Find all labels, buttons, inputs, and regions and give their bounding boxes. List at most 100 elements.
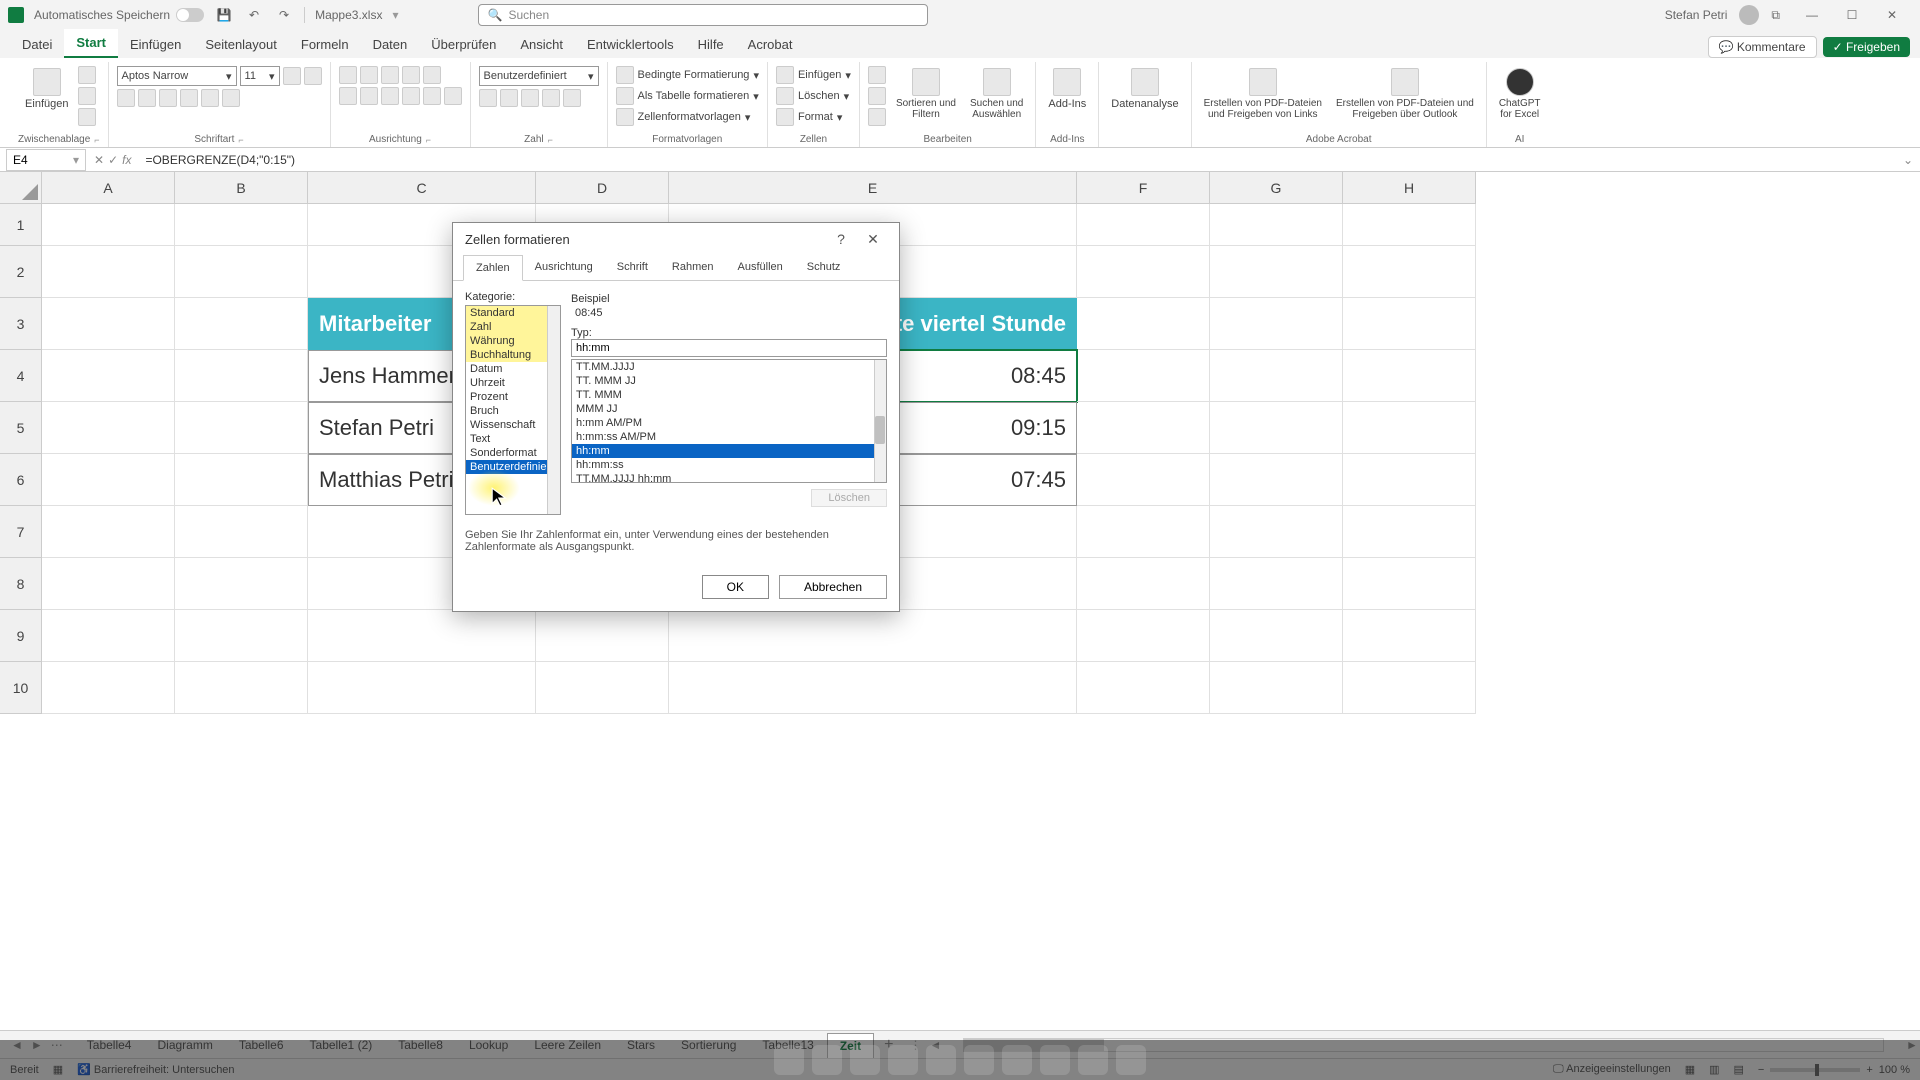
type-item[interactable]: h:mm:ss AM/PM [572,430,886,444]
taskbar-icon[interactable] [1002,1045,1032,1075]
currency-icon[interactable] [479,89,497,107]
comments-button[interactable]: 💬 Kommentare [1708,36,1817,58]
taskbar-icon[interactable] [1116,1045,1146,1075]
cut-icon[interactable] [78,66,96,84]
indent-dec-icon[interactable] [402,87,420,105]
toggle-switch[interactable] [176,8,204,22]
type-input[interactable] [571,339,887,357]
dec-decimal-icon[interactable] [563,89,581,107]
dialog-tab-border[interactable]: Rahmen [660,255,726,280]
align-bottom-icon[interactable] [381,66,399,84]
dialog-tab-numbers[interactable]: Zahlen [463,255,523,281]
clear-icon[interactable] [868,108,886,126]
taskbar-icon[interactable] [812,1045,842,1075]
taskbar-icon[interactable] [964,1045,994,1075]
indent-inc-icon[interactable] [423,87,441,105]
align-middle-icon[interactable] [360,66,378,84]
find-select-button[interactable]: Suchen und Auswählen [966,66,1027,122]
taskbar[interactable] [0,1040,1920,1080]
category-item[interactable]: Wissenschaft [466,418,560,432]
dialog-launcher-icon[interactable]: ⌐ [238,135,243,145]
type-item-selected[interactable]: hh:mm [572,444,886,458]
fill-color-icon[interactable] [201,89,219,107]
tab-insert[interactable]: Einfügen [118,31,193,58]
tab-developer[interactable]: Entwicklertools [575,31,686,58]
avatar[interactable] [1739,5,1759,25]
sort-filter-button[interactable]: Sortieren und Filtern [892,66,960,122]
increase-font-icon[interactable] [283,67,301,85]
taskbar-icon[interactable] [926,1045,956,1075]
type-item[interactable]: TT.MM.JJJJ [572,360,886,374]
type-item[interactable]: MMM JJ [572,402,886,416]
percent-icon[interactable] [500,89,518,107]
number-format-selector[interactable]: Benutzerdefiniert▾ [479,66,599,86]
italic-icon[interactable] [138,89,156,107]
category-list[interactable]: Standard Zahl Währung Buchhaltung Datum … [465,305,561,515]
format-as-table-button[interactable]: Als Tabelle formatieren ▾ [616,87,759,105]
category-item[interactable]: Bruch [466,404,560,418]
comma-icon[interactable] [521,89,539,107]
dialog-launcher-icon[interactable]: ⌐ [548,135,553,145]
type-item[interactable]: hh:mm:ss [572,458,886,472]
maximize-icon[interactable]: ☐ [1832,0,1872,30]
taskbar-icon[interactable] [1040,1045,1070,1075]
dialog-titlebar[interactable]: Zellen formatieren ? ✕ [453,223,899,255]
save-icon[interactable]: 💾 [214,5,234,25]
category-item[interactable]: Währung [466,334,560,348]
fill-icon[interactable] [868,87,886,105]
type-item[interactable]: TT.MM.JJJJ hh:mm [572,472,886,483]
redo-icon[interactable]: ↷ [274,5,294,25]
chatgpt-button[interactable]: ChatGPT for Excel [1495,66,1545,122]
bold-icon[interactable] [117,89,135,107]
align-right-icon[interactable] [381,87,399,105]
tab-start[interactable]: Start [64,29,118,58]
category-item[interactable]: Zahl [466,320,560,334]
dialog-tab-fill[interactable]: Ausfüllen [726,255,795,280]
category-item-selected[interactable]: Benutzerdefiniert [466,460,560,474]
delete-cells-button[interactable]: Löschen ▾ [776,87,849,105]
tab-formulas[interactable]: Formeln [289,31,361,58]
category-item[interactable]: Buchhaltung [466,348,560,362]
pdf-link-button[interactable]: Erstellen von PDF-Dateien und Freigeben … [1200,66,1326,122]
search-input[interactable]: 🔍 Suchen [478,4,928,26]
tab-file[interactable]: Datei [10,31,64,58]
align-left-icon[interactable] [339,87,357,105]
dialog-launcher-icon[interactable]: ⌐ [426,135,431,145]
pdf-outlook-button[interactable]: Erstellen von PDF-Dateien und Freigeben … [1332,66,1478,122]
border-icon[interactable] [180,89,198,107]
taskbar-icon[interactable] [1078,1045,1108,1075]
share-button[interactable]: ✓ Freigeben [1823,37,1910,57]
format-painter-icon[interactable] [78,108,96,126]
undo-icon[interactable]: ↶ [244,5,264,25]
category-item[interactable]: Prozent [466,390,560,404]
chevron-down-icon[interactable]: ▾ [392,8,398,22]
cell-styles-button[interactable]: Zellenformatvorlagen ▾ [616,108,751,126]
data-analysis-button[interactable]: Datenanalyse [1107,66,1182,112]
category-item[interactable]: Sonderformat [466,446,560,460]
inc-decimal-icon[interactable] [542,89,560,107]
tab-help[interactable]: Hilfe [686,31,736,58]
font-selector[interactable]: Aptos Narrow▾ [117,66,237,86]
dialog-tab-alignment[interactable]: Ausrichtung [523,255,605,280]
type-item[interactable]: TT. MMM JJ [572,374,886,388]
align-center-icon[interactable] [360,87,378,105]
category-item[interactable]: Datum [466,362,560,376]
type-item[interactable]: TT. MMM [572,388,886,402]
addins-button[interactable]: Add-Ins [1044,66,1090,112]
decrease-font-icon[interactable] [304,67,322,85]
dialog-tab-protection[interactable]: Schutz [795,255,853,280]
merge-icon[interactable] [444,87,462,105]
wrap-text-icon[interactable] [423,66,441,84]
conditional-formatting-button[interactable]: Bedingte Formatierung ▾ [616,66,759,84]
autosum-icon[interactable] [868,66,886,84]
type-list[interactable]: TT.MM.JJJJ TT. MMM JJ TT. MMM MMM JJ h:m… [571,359,887,483]
dialog-tab-font[interactable]: Schrift [605,255,660,280]
category-item[interactable]: Uhrzeit [466,376,560,390]
scrollbar[interactable] [874,360,886,482]
help-icon[interactable]: ? [827,225,855,253]
underline-icon[interactable] [159,89,177,107]
insert-cells-button[interactable]: Einfügen ▾ [776,66,851,84]
tab-page-layout[interactable]: Seitenlayout [193,31,289,58]
minimize-icon[interactable]: — [1792,0,1832,30]
orientation-icon[interactable] [402,66,420,84]
